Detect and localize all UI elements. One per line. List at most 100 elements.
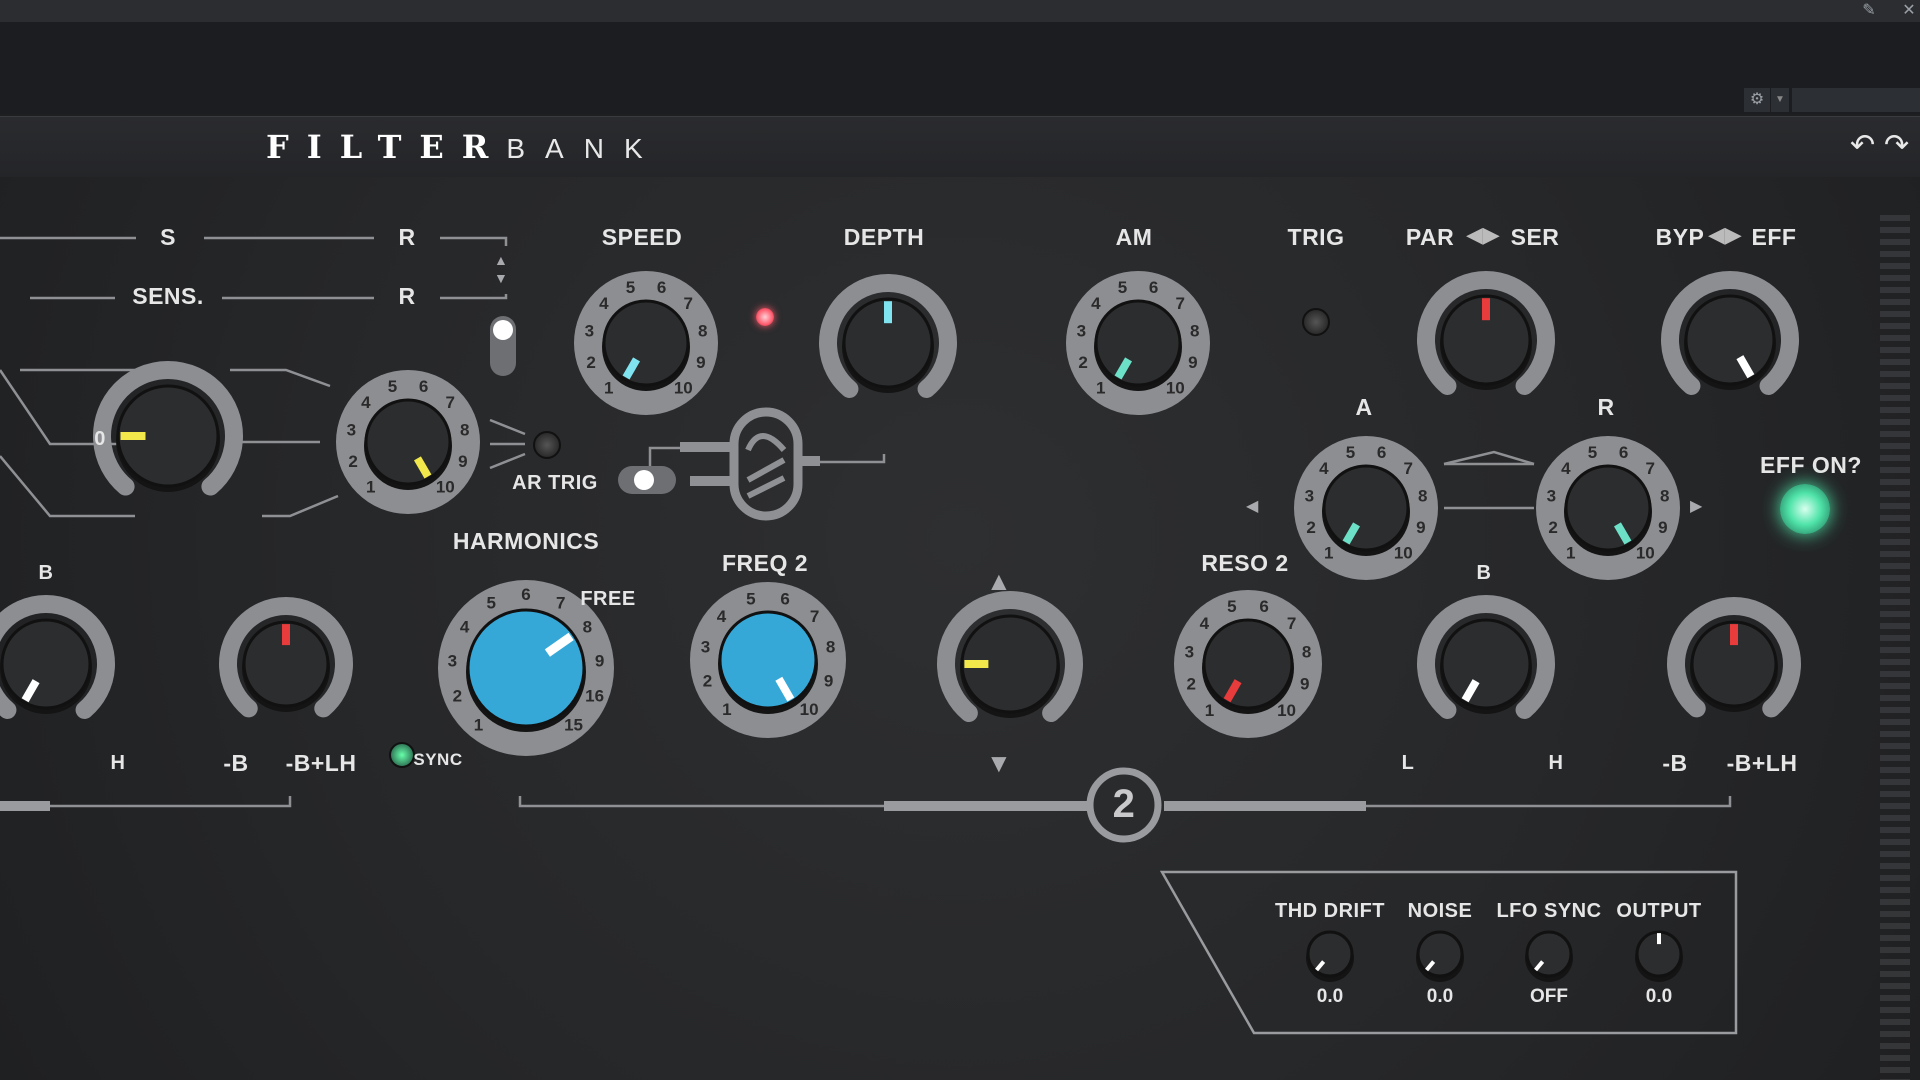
harmonics-tick-label: 15 <box>564 716 583 735</box>
sens-knob[interactable]: 12 345 678 910 <box>336 370 480 514</box>
label-s: S <box>160 224 176 250</box>
attack-tick-label: 5 <box>1346 443 1355 462</box>
label-output: OUTPUT <box>1616 900 1702 922</box>
label-r-2: R <box>398 283 416 309</box>
attack-knob[interactable]: 12 345 678 910 <box>1294 436 1438 580</box>
reso2-tick-label: 5 <box>1227 597 1236 616</box>
thd-drift-knob[interactable] <box>1306 930 1354 982</box>
filter-left-cap <box>0 618 92 710</box>
harmonics-cap <box>466 608 586 728</box>
label-par: PAR <box>1405 224 1455 250</box>
trig-button[interactable] <box>1302 308 1330 336</box>
sens-tick-label: 9 <box>458 452 467 471</box>
label-eff-on: EFF ON? <box>1760 452 1862 478</box>
label-harmonics: HARMONICS <box>452 528 600 554</box>
sens-tick-label: 1 <box>366 477 375 496</box>
sens-tick-label: 8 <box>460 421 469 440</box>
pan-down-icon[interactable]: ▼ <box>986 748 1012 779</box>
speed-tick-label: 1 <box>604 378 613 397</box>
par-ser-knob[interactable] <box>1417 271 1555 395</box>
attack-tick-label: 6 <box>1377 443 1386 462</box>
reso2-tick-label: 7 <box>1287 614 1296 633</box>
up-arrow-icon[interactable]: ▲ <box>494 252 508 268</box>
balance-left-knob[interactable] <box>219 597 353 718</box>
attack-tick-label: 1 <box>1324 543 1333 562</box>
ar-trig-indicator <box>533 431 561 459</box>
filter-left-knob[interactable] <box>0 595 115 719</box>
value-output: 0.0 <box>1645 986 1673 1007</box>
noise-knob[interactable] <box>1416 930 1464 982</box>
sens-tick-label: 7 <box>445 393 454 412</box>
sync-led[interactable] <box>389 742 415 768</box>
am-tick-label: 9 <box>1188 353 1197 372</box>
byp-eff-cap <box>1684 294 1776 386</box>
down-arrow-icon[interactable]: ▼ <box>494 270 508 286</box>
am-tick-label: 8 <box>1190 322 1199 341</box>
am-tick-label: 2 <box>1078 353 1087 372</box>
freq2-tick-label: 7 <box>810 607 819 626</box>
label-depth: DEPTH <box>843 224 925 250</box>
attack-tick-label: 9 <box>1416 518 1425 537</box>
sens-tick-label: 3 <box>347 421 356 440</box>
speed-tick-label: 3 <box>585 322 594 341</box>
reso2-tick-label: 9 <box>1300 674 1309 693</box>
lfo-sync-cap <box>1525 930 1573 978</box>
label-freq2: FREQ 2 <box>721 550 809 576</box>
label-lfo-sync: LFO SYNC <box>1496 900 1602 922</box>
vertical-toggle[interactable] <box>490 316 516 376</box>
reso2-tick-label: 10 <box>1277 701 1296 720</box>
am-tick-label: 4 <box>1091 294 1101 313</box>
filter-right-cap <box>1440 618 1532 710</box>
freq2-tick-label: 4 <box>717 607 727 626</box>
label-sync: SYNC <box>413 750 463 769</box>
lfo-sync-knob[interactable] <box>1525 930 1573 982</box>
harmonics-tick-label: 1 <box>474 716 483 735</box>
reso2-tick-label: 8 <box>1302 642 1311 661</box>
output-knob[interactable] <box>1635 930 1683 982</box>
attack-tick-label: 10 <box>1394 543 1413 562</box>
speed-tick-label: 2 <box>586 353 595 372</box>
speed-tick-label: 8 <box>698 322 707 341</box>
release-tick-label: 6 <box>1619 443 1628 462</box>
reso2-tick-label: 6 <box>1259 597 1268 616</box>
toggle-thumb <box>634 470 654 490</box>
label-zero: 0 <box>94 428 106 450</box>
reso2-tick-label: 1 <box>1205 701 1214 720</box>
arrow-left-icon: ◀ <box>1246 498 1259 515</box>
value-lfo-sync: OFF <box>1530 986 1568 1007</box>
label-free: FREE <box>580 588 636 610</box>
section-number: 2 <box>1112 782 1136 826</box>
toggle-thumb <box>493 320 513 340</box>
arrow-right-icon: ▶ <box>1690 498 1703 515</box>
pan-up-icon[interactable]: ▲ <box>986 566 1012 597</box>
label-h-left: H <box>110 752 126 774</box>
release-tick-label: 8 <box>1660 487 1669 506</box>
ar-trig-toggle[interactable] <box>618 466 676 494</box>
label-r-3: R <box>1597 394 1615 420</box>
am-knob[interactable]: 12 345 678 910 <box>1066 271 1210 415</box>
lfo-led <box>756 308 774 326</box>
byp-eff-knob[interactable] <box>1661 271 1799 395</box>
label-ar-trig: AR TRIG <box>512 472 598 494</box>
freq2-tick-label: 1 <box>722 700 731 719</box>
speed-tick-label: 9 <box>696 353 705 372</box>
balance-right-knob[interactable] <box>1667 597 1801 718</box>
offset-knob[interactable] <box>93 361 243 496</box>
freq2-tick-label: 9 <box>824 672 833 691</box>
release-tick-label: 4 <box>1561 459 1571 478</box>
attack-tick-label: 2 <box>1306 518 1315 537</box>
filter-right-knob[interactable] <box>1417 595 1555 719</box>
freq2-knob[interactable]: 12345 678910 <box>690 582 846 738</box>
harmonics-tick-label: 6 <box>521 585 530 604</box>
depth-knob[interactable] <box>819 274 957 398</box>
freq2-tick-label: 5 <box>746 589 755 608</box>
release-tick-label: 3 <box>1547 487 1556 506</box>
pan2-knob[interactable] <box>937 591 1083 723</box>
reso2-knob[interactable]: 12 345 678 910 <box>1174 590 1322 738</box>
eff-on-led[interactable] <box>1780 484 1830 534</box>
release-knob[interactable]: 12 345 678 910 <box>1536 436 1680 580</box>
label-r-1: R <box>398 224 416 250</box>
harmonics-tick-label: 4 <box>460 618 470 637</box>
attack-tick-label: 7 <box>1403 459 1412 478</box>
speed-knob[interactable]: 12 345 678 910 <box>574 271 718 415</box>
